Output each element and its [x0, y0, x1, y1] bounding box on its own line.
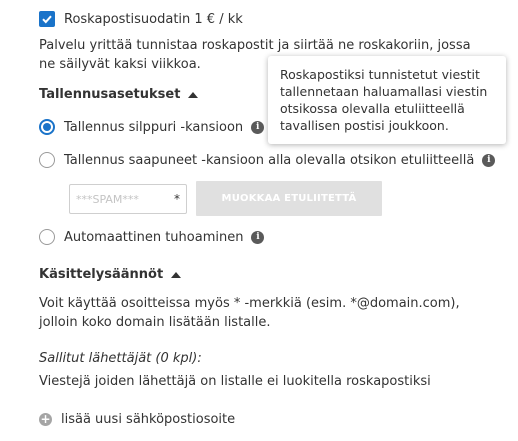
- spam-filter-label: Roskapostisuodatin 1 € / kk: [64, 11, 243, 27]
- storage-settings-heading[interactable]: Tallennusasetukset: [39, 87, 199, 102]
- radio-auto-delete[interactable]: [39, 229, 55, 245]
- checkmark-icon: [42, 15, 52, 24]
- description-line: Voit käyttää osoitteissa myös * -merkkiä…: [39, 296, 460, 311]
- allowed-senders-title: Sallitut lähettäjät (0 kpl):: [39, 351, 202, 366]
- radio-inbox-prefix[interactable]: [39, 152, 55, 168]
- option-label: Tallennus silppuri -kansioon: [64, 119, 244, 135]
- tooltip-line: tallennetaan haluamallasi viestin: [280, 84, 488, 99]
- rules-heading-label: Käsittelysäännöt: [39, 267, 164, 282]
- caret-up-icon: [171, 271, 182, 278]
- option-label: Tallennus saapuneet -kansioon alla oleva…: [64, 152, 475, 168]
- processing-rules-heading[interactable]: Käsittelysäännöt: [39, 267, 182, 282]
- add-address-label: lisää uusi sähköpostiosoite: [61, 412, 236, 427]
- storage-option-auto-delete[interactable]: Automaattinen tuhoaminen i: [39, 229, 265, 245]
- prefix-field[interactable]: *: [69, 184, 187, 214]
- tooltip-line: otsikossa olevalla etuliitteellä: [280, 101, 465, 116]
- storage-heading-label: Tallennusasetukset: [39, 87, 181, 102]
- rules-description: Voit käyttää osoitteissa myös * -merkkiä…: [39, 294, 460, 332]
- storage-option-inbox-prefix[interactable]: Tallennus saapuneet -kansioon alla oleva…: [39, 152, 496, 168]
- radio-shredder[interactable]: [39, 119, 55, 135]
- add-address-link[interactable]: + lisää uusi sähköpostiosoite: [39, 412, 235, 427]
- prefix-input[interactable]: [76, 192, 172, 206]
- caret-up-icon: [188, 91, 199, 98]
- edit-prefix-button[interactable]: MUOKKAA ETULIITETTÄ: [196, 181, 382, 216]
- spam-filter-checkbox[interactable]: [39, 11, 55, 27]
- tooltip-line: tavallisen postisi joukkoon.: [280, 118, 449, 133]
- info-icon[interactable]: i: [251, 230, 265, 244]
- option-label: Automaattinen tuhoaminen: [64, 229, 244, 245]
- tooltip-line: Roskapostiksi tunnistetut viestit: [280, 67, 480, 82]
- spam-filter-toggle[interactable]: Roskapostisuodatin 1 € / kk: [39, 11, 243, 27]
- plus-icon: +: [39, 412, 52, 426]
- allowed-senders-description: Viestejä joiden lähettäjä on listalle ei…: [39, 374, 431, 389]
- storage-option-shredder[interactable]: Tallennus silppuri -kansioon i: [39, 119, 265, 135]
- info-icon[interactable]: i: [251, 120, 265, 134]
- info-icon[interactable]: i: [482, 153, 496, 167]
- info-tooltip: Roskapostiksi tunnistetut viestit tallen…: [268, 56, 506, 144]
- description-line: Palvelu yrittää tunnistaa roskapostit ja…: [39, 38, 471, 53]
- description-line: jolloin koko domain lisätään listalle.: [39, 315, 271, 330]
- required-marker: *: [174, 192, 180, 206]
